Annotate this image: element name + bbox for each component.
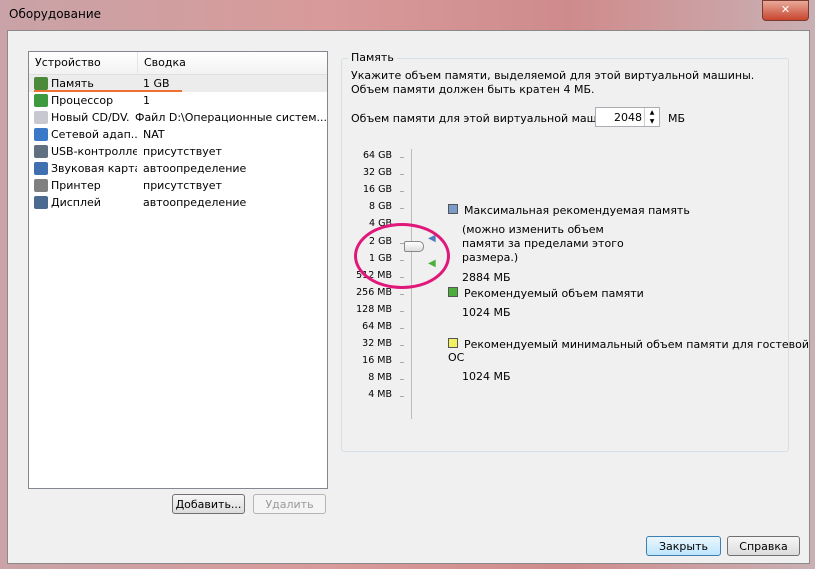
device-name: Звуковая карта [51, 162, 137, 175]
list-item[interactable]: Дисплей автоопределение [29, 194, 327, 211]
device-name: Сетевой адап... [51, 128, 137, 141]
legend-minimum: Рекомендуемый минимальный объем памяти д… [448, 338, 809, 383]
yellow-square-icon [448, 338, 458, 348]
device-name: Память [51, 77, 94, 90]
tick-label: 64 GB [363, 150, 392, 161]
tick-mark [400, 379, 404, 381]
green-square-icon [448, 287, 458, 297]
memory-input[interactable]: 2048 [614, 111, 642, 124]
device-summary: 1 GB [143, 77, 170, 90]
list-item[interactable]: Процессор 1 [29, 92, 327, 109]
memory-unit: МБ [668, 112, 686, 125]
list-item[interactable]: Новый CD/DV... Файл D:\Операционные систе… [29, 109, 327, 126]
legend-max: Максимальная рекомендуемая память (можно… [448, 204, 690, 284]
tick-mark [400, 157, 404, 158]
cpu-icon [34, 94, 48, 107]
help-button[interactable]: Справка [727, 536, 800, 556]
cd-icon [34, 111, 48, 124]
legend-recommended: Рекомендуемый объем памяти 1024 МБ [448, 287, 644, 319]
network-icon [34, 128, 48, 141]
column-summary[interactable]: Сводка [138, 52, 186, 74]
device-summary: присутствует [143, 179, 222, 192]
client-area: Устройство Сводка Память 1 GB Процессор 1 Но… [7, 30, 810, 564]
window-title: Оборудование [9, 7, 101, 21]
memory-group-label: Память [348, 51, 397, 64]
device-name: Процессор [51, 94, 114, 107]
memory-description: Укажите объем памяти, выделяемой для это… [351, 69, 755, 96]
tick-label: 128 MB [356, 303, 392, 315]
device-summary: присутствует [143, 145, 222, 158]
add-button[interactable]: Добавить... [172, 494, 245, 514]
tick-mark [400, 293, 404, 295]
list-item[interactable]: USB-контроллер присутствует [29, 143, 327, 160]
display-icon [34, 196, 48, 209]
device-name: Дисплей [51, 196, 101, 209]
tick-label: 8 GB [369, 201, 392, 213]
tick-label: 32 MB [362, 338, 392, 350]
blue-square-icon [448, 204, 458, 214]
list-item[interactable]: Звуковая карта автоопределение [29, 160, 327, 177]
device-list[interactable]: Устройство Сводка Память 1 GB Процессор 1 Но… [28, 51, 328, 489]
tick-mark [400, 328, 404, 329]
legend-value: 1024 МБ [462, 306, 511, 319]
tick-mark [400, 396, 404, 398]
column-device[interactable]: Устройство [29, 52, 138, 74]
tick-label: 16 GB [363, 184, 392, 196]
tick-label: 64 MB [362, 321, 392, 332]
memory-icon [34, 77, 48, 90]
tick-mark [400, 345, 404, 347]
legend-title: Максимальная рекомендуемая память [464, 204, 690, 217]
device-summary: Файл D:\Операционные систем... [134, 111, 327, 124]
list-item[interactable]: Память 1 GB [29, 75, 327, 92]
spin-arrows-icon[interactable]: ▲ ▼ [644, 108, 659, 126]
device-name: USB-контроллер [51, 145, 137, 158]
tick-mark [400, 191, 404, 193]
device-summary: 1 [143, 94, 150, 107]
remove-button[interactable]: Удалить [253, 494, 326, 514]
tick-mark [400, 310, 404, 312]
window: Оборудование ✕ Устройство Сводка Память 1… [0, 0, 815, 569]
highlight-ellipse [354, 223, 450, 289]
memory-stepper[interactable]: 2048 ▲ ▼ [595, 107, 660, 127]
tick-label: 8 MB [368, 372, 392, 384]
device-summary: NAT [143, 128, 165, 141]
usb-icon [34, 145, 48, 158]
tick-mark [400, 174, 404, 176]
tick-label: 16 MB [362, 355, 392, 367]
legend-title: Рекомендуемый объем памяти [464, 287, 644, 300]
list-header: Устройство Сводка [29, 52, 327, 75]
tick-label: 4 MB [368, 389, 392, 401]
legend-value: 2884 МБ [462, 271, 511, 284]
legend-value: 1024 МБ [462, 370, 511, 383]
tick-mark [400, 208, 404, 210]
memory-field-label: Объем памяти для этой виртуальной машины… [351, 112, 624, 125]
sound-icon [34, 162, 48, 175]
close-window-button[interactable]: ✕ [762, 0, 809, 21]
list-item[interactable]: Сетевой адап... NAT [29, 126, 327, 143]
device-summary: автоопределение [143, 196, 247, 209]
device-summary: автоопределение [143, 162, 247, 175]
device-name: Новый CD/DV... [51, 111, 129, 124]
legend-title: Рекомендуемый минимальный объем памяти д… [448, 338, 810, 364]
device-name: Принтер [51, 179, 101, 192]
close-button[interactable]: Закрыть [646, 536, 721, 556]
legend-note: (можно изменить объем памяти за пределам… [462, 223, 624, 264]
list-item[interactable]: Принтер присутствует [29, 177, 327, 194]
tick-label: 256 MB [356, 286, 392, 298]
printer-icon [34, 179, 48, 192]
tick-mark [400, 362, 404, 364]
tick-label: 32 GB [363, 167, 392, 179]
